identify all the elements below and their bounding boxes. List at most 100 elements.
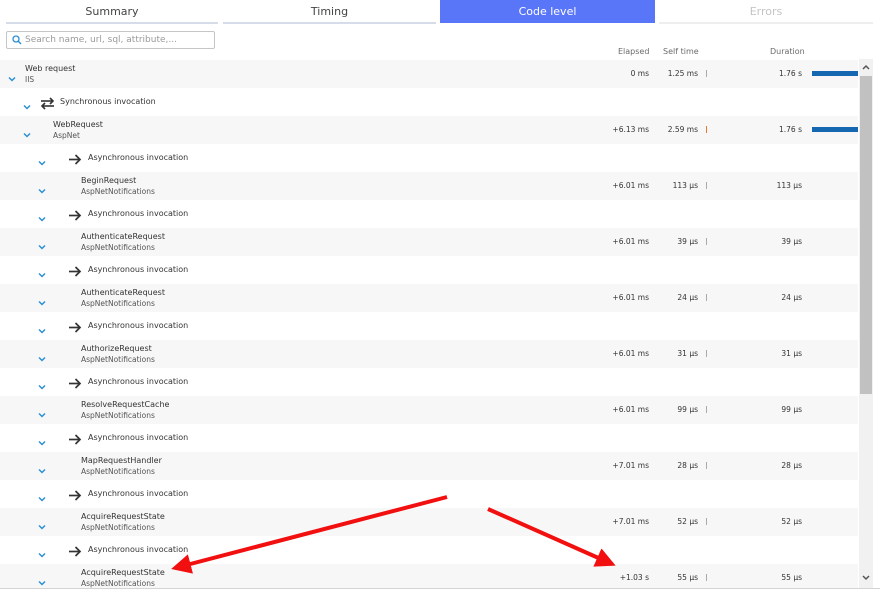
tree-row[interactable]: MapRequestHandler AspNetNotifications +7.0… (0, 452, 858, 480)
tab-summary[interactable]: Summary (6, 0, 218, 24)
arrow-right-icon (68, 207, 83, 221)
chevron-down-icon[interactable] (37, 237, 47, 250)
scrollbar[interactable] (859, 59, 873, 589)
chevron-down-icon[interactable] (37, 321, 47, 334)
chevron-down-icon[interactable] (22, 97, 32, 110)
column-header-duration: Duration (770, 47, 805, 56)
row-subtitle: AspNetNotifications (81, 187, 155, 196)
call-tree: Web request IIS 0 ms 1.25 ms 1.76 s Synchrono… (0, 59, 858, 589)
duration-value: 1.76 s (779, 69, 802, 78)
self-time-value: 31 μs (677, 349, 698, 358)
column-header-elapsed: Elapsed (618, 47, 650, 56)
tree-row[interactable]: Asynchronous invocation (0, 144, 858, 172)
chevron-down-icon[interactable] (37, 181, 47, 194)
chevron-down-icon[interactable] (37, 517, 47, 530)
self-time-value: 55 μs (677, 573, 698, 582)
self-time-bar (706, 238, 707, 245)
row-name: Web request (25, 64, 76, 73)
tree-row[interactable]: AuthenticateRequest AspNetNotifications +6… (0, 228, 858, 256)
self-time-value: 24 μs (677, 293, 698, 302)
chevron-down-icon[interactable] (37, 573, 47, 586)
chevron-down-icon[interactable] (37, 153, 47, 166)
chevron-down-icon[interactable] (37, 545, 47, 558)
tree-row[interactable]: Asynchronous invocation (0, 424, 858, 452)
row-name: MapRequestHandler (81, 456, 162, 465)
arrow-right-icon (68, 151, 83, 165)
self-time-value: 113 μs (672, 181, 698, 190)
duration-value: 55 μs (781, 573, 802, 582)
duration-value: 52 μs (781, 517, 802, 526)
chevron-down-icon[interactable] (37, 265, 47, 278)
tree-row[interactable]: Web request IIS 0 ms 1.25 ms 1.76 s (0, 60, 858, 88)
chevron-down-icon[interactable] (37, 209, 47, 222)
elapsed-value: +6.01 ms (612, 405, 649, 414)
self-time-value: 1.25 ms (667, 69, 698, 78)
row-name: Asynchronous invocation (88, 209, 189, 218)
self-time-bar (706, 182, 707, 189)
tree-row[interactable]: BeginRequest AspNetNotifications +6.01 ms 1… (0, 172, 858, 200)
row-name: WebRequest (53, 120, 103, 129)
tree-row[interactable]: Asynchronous invocation (0, 480, 858, 508)
elapsed-value: +6.01 ms (612, 349, 649, 358)
self-time-bar (706, 126, 707, 133)
tree-row[interactable]: Asynchronous invocation (0, 312, 858, 340)
tree-row[interactable]: Asynchronous invocation (0, 368, 858, 396)
tree-row[interactable]: WebRequest AspNet +6.13 ms 2.59 ms 1.76 s (0, 116, 858, 144)
tree-row[interactable]: AcquireRequestState AspNetNotifications +1… (0, 564, 858, 589)
elapsed-value: +6.01 ms (612, 293, 649, 302)
elapsed-value: +7.01 ms (612, 517, 649, 526)
self-time-bar (706, 462, 707, 469)
tab-timing[interactable]: Timing (223, 0, 436, 24)
self-time-bar (706, 350, 707, 357)
elapsed-value: +7.01 ms (612, 461, 649, 470)
row-name: AuthenticateRequest (81, 232, 165, 241)
self-time-bar (706, 406, 707, 413)
self-time-value: 2.59 ms (667, 125, 698, 134)
duration-bar (812, 127, 858, 132)
row-name: Asynchronous invocation (88, 545, 189, 554)
row-name: AuthorizeRequest (81, 344, 152, 353)
duration-value: 1.76 s (779, 125, 802, 134)
chevron-down-icon[interactable] (37, 293, 47, 306)
chevron-down-icon[interactable] (37, 377, 47, 390)
tree-row[interactable]: Asynchronous invocation (0, 200, 858, 228)
search-icon (12, 35, 22, 45)
sync-icon (40, 95, 55, 110)
search-input[interactable] (25, 32, 211, 48)
search-box (6, 31, 215, 49)
self-time-value: 52 μs (677, 517, 698, 526)
self-time-bar (706, 574, 707, 581)
scroll-up-icon[interactable] (861, 62, 871, 72)
self-time-value: 28 μs (677, 461, 698, 470)
tree-row[interactable]: Synchronous invocation (0, 88, 858, 116)
chevron-down-icon[interactable] (7, 69, 17, 82)
arrow-right-icon (68, 319, 83, 333)
row-name: Asynchronous invocation (88, 321, 189, 330)
tree-row[interactable]: Asynchronous invocation (0, 256, 858, 284)
row-subtitle: AspNetNotifications (81, 579, 155, 588)
chevron-down-icon[interactable] (37, 405, 47, 418)
tab-code-level[interactable]: Code level (440, 0, 655, 23)
row-name: ResolveRequestCache (81, 400, 170, 409)
arrow-right-icon (68, 487, 83, 501)
chevron-down-icon[interactable] (37, 461, 47, 474)
tree-row[interactable]: AcquireRequestState AspNetNotifications +7… (0, 508, 858, 536)
bottom-border (0, 588, 880, 589)
tree-row[interactable]: ResolveRequestCache AspNetNotifications +6… (0, 396, 858, 424)
scrollbar-thumb[interactable] (860, 76, 872, 394)
tree-row[interactable]: AuthenticateRequest AspNetNotifications +6… (0, 284, 858, 312)
arrow-right-icon (68, 543, 83, 557)
row-name: Asynchronous invocation (88, 265, 189, 274)
chevron-down-icon[interactable] (37, 433, 47, 446)
row-subtitle: AspNetNotifications (81, 299, 155, 308)
self-time-value: 99 μs (677, 405, 698, 414)
scroll-down-icon[interactable] (861, 573, 871, 583)
row-subtitle: AspNetNotifications (81, 243, 155, 252)
elapsed-value: +6.13 ms (612, 125, 649, 134)
chevron-down-icon[interactable] (22, 125, 32, 138)
chevron-down-icon[interactable] (37, 349, 47, 362)
tree-row[interactable]: AuthorizeRequest AspNetNotifications +6.01… (0, 340, 858, 368)
tree-row[interactable]: Asynchronous invocation (0, 536, 858, 564)
chevron-down-icon[interactable] (37, 489, 47, 502)
tab-errors[interactable]: Errors (659, 0, 873, 24)
